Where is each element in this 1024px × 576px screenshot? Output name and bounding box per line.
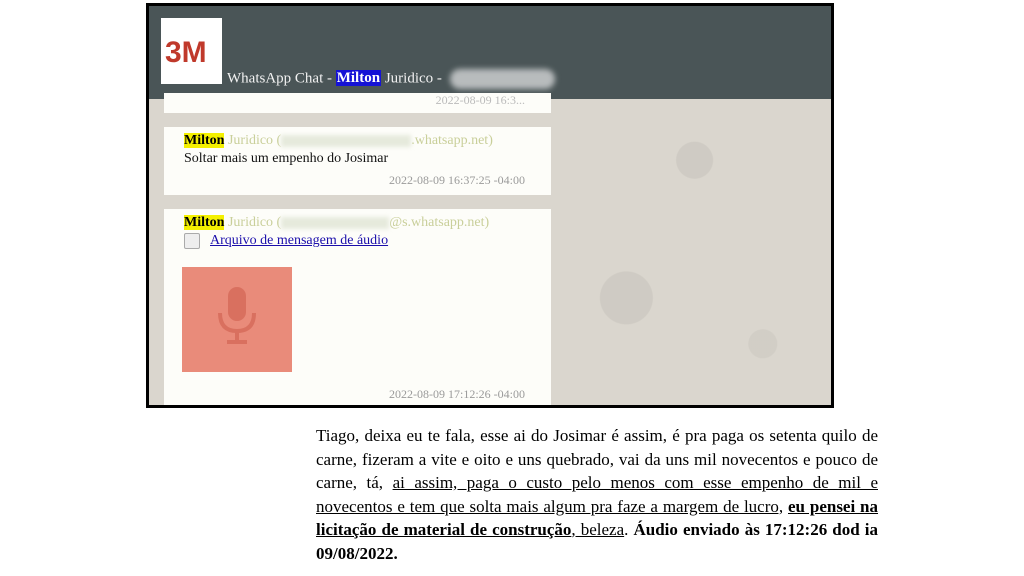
- audio-thumbnail[interactable]: [182, 267, 292, 372]
- redacted-number: [281, 216, 390, 229]
- audio-transcript: Tiago, deixa eu te fala, esse ai do Josi…: [316, 424, 878, 565]
- message-bubble-partial: 2022-08-09 16:3...: [164, 93, 551, 113]
- message-text: Soltar mais um empenho do Josimar: [184, 151, 389, 166]
- audio-attachment: Arquivo de mensagem de áudio: [184, 233, 531, 249]
- title-suffix: Juridico -: [381, 70, 446, 87]
- chat-title-bar: 3M WhatsApp Chat - Milton Juridico -: [149, 6, 831, 99]
- 3m-logo-icon: 3M: [165, 36, 207, 66]
- redacted-phone: [449, 69, 555, 89]
- svg-text:3M: 3M: [165, 36, 207, 66]
- sender-label: Juridico (: [224, 133, 282, 148]
- message-sender: Milton Juridico ( .whatsapp.net): [184, 133, 531, 149]
- chat-background: 2022-08-09 16:3... Milton Juridico ( .wha…: [149, 93, 831, 405]
- redacted-number: [281, 134, 412, 147]
- chat-title: WhatsApp Chat - Milton Juridico -: [227, 69, 555, 89]
- sender-name: Milton: [184, 215, 225, 230]
- message-timestamp: 2022-08-09 17:12:26 -04:00: [389, 387, 525, 401]
- title-contact-name: Milton: [335, 70, 382, 87]
- sender-label: Juridico (: [224, 215, 282, 230]
- message-bubble: Milton Juridico ( @s.whatsapp.net) Arquiv…: [164, 209, 551, 405]
- sender-domain: .whatsapp.net): [411, 133, 493, 148]
- audio-attachment-link[interactable]: Arquivo de mensagem de áudio: [210, 233, 388, 248]
- logo: 3M: [161, 18, 222, 84]
- message-sender: Milton Juridico ( @s.whatsapp.net): [184, 215, 531, 231]
- attachment-checkbox[interactable]: [184, 233, 200, 249]
- whatsapp-screenshot: 3M WhatsApp Chat - Milton Juridico - 202…: [146, 3, 834, 408]
- title-prefix: WhatsApp Chat -: [227, 70, 336, 87]
- sender-domain: @s.whatsapp.net): [389, 215, 490, 230]
- transcript-underlined-text: , beleza: [571, 520, 625, 539]
- sender-name: Milton: [184, 133, 225, 148]
- microphone-icon: [218, 287, 256, 344]
- message-bubble: Milton Juridico ( .whatsapp.net) Soltar m…: [164, 127, 551, 195]
- message-timestamp: 2022-08-09 16:3...: [435, 93, 525, 107]
- message-timestamp: 2022-08-09 16:37:25 -04:00: [389, 173, 525, 187]
